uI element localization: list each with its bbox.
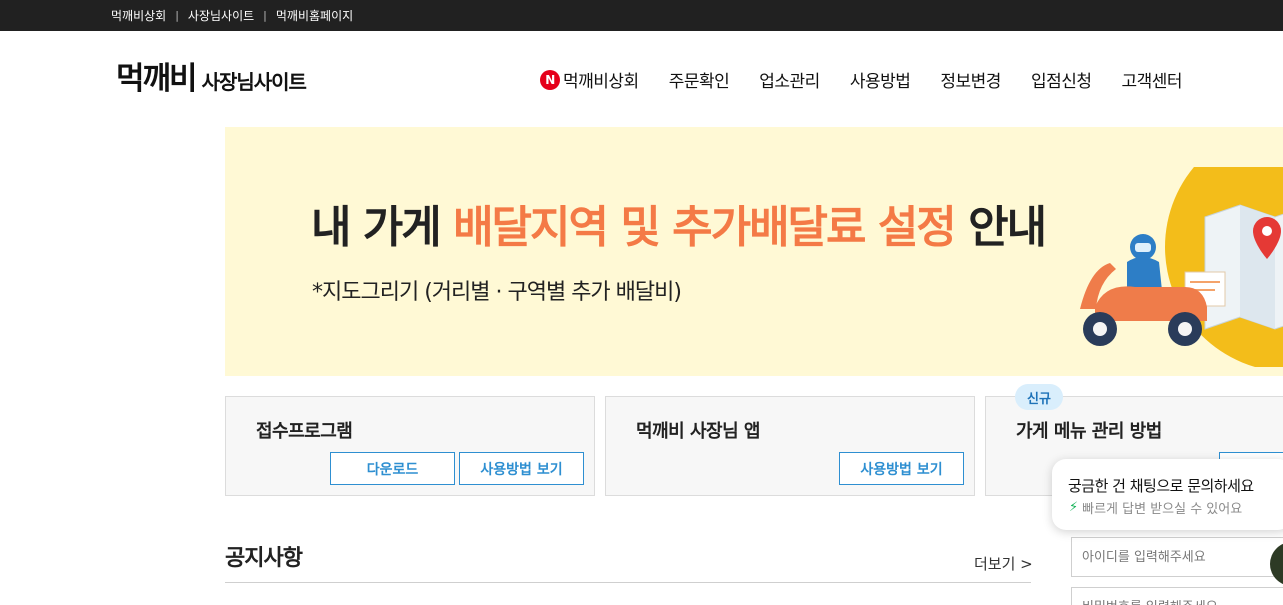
card-title: 접수프로그램: [256, 421, 353, 442]
nav-item-orders[interactable]: 주문확인: [669, 67, 730, 92]
logo-wordmark: 먹깨비: [116, 61, 198, 97]
banner-title-prefix: 내 가게: [311, 202, 454, 253]
top-utility-bar: 먹깨비상회 | 사장님사이트 | 먹깨비홈페이지: [0, 0, 1283, 31]
how-to-use-button[interactable]: 사용방법 보기: [459, 452, 584, 485]
card-owner-app: 먹깨비 사장님 앱 사용방법 보기: [605, 396, 975, 496]
more-link[interactable]: 더보기 >: [974, 553, 1033, 574]
banner-title-suffix: 안내: [954, 202, 1047, 253]
card-title: 가게 메뉴 관리 방법: [1016, 421, 1162, 442]
banner-title: 내 가게 배달지역 및 추가배달료 설정 안내: [311, 191, 1047, 255]
chat-prompt-bubble[interactable]: 궁금한 건 채팅으로 문의하세요 ⚡ 빠르게 답변 받으실 수 있어요: [1052, 459, 1283, 530]
nav-item-label: 먹깨비상회: [563, 72, 639, 92]
nav-item-how-to-use[interactable]: 사용방법: [850, 67, 911, 92]
main-nav: N 먹깨비상회 주문확인 업소관리 사용방법 정보변경 입점신청 고객센터: [540, 67, 1183, 92]
site-logo[interactable]: 먹깨비 사장님사이트: [116, 61, 307, 97]
utility-link-store[interactable]: 먹깨비상회: [111, 7, 166, 24]
notice-title: 공지사항: [225, 546, 303, 571]
divider: |: [175, 9, 179, 22]
chat-answer: ⚡ 빠르게 답변 받으실 수 있어요: [1069, 498, 1242, 517]
utility-link-owner-site[interactable]: 사장님사이트: [188, 7, 254, 24]
nav-item-shop-manage[interactable]: 업소관리: [759, 67, 820, 92]
chat-answer-text: 빠르게 답변 받으실 수 있어요: [1082, 502, 1243, 517]
id-input[interactable]: [1071, 537, 1283, 577]
banner-title-accent: 배달지역 및 추가배달료 설정: [453, 202, 957, 253]
utility-links: 먹깨비상회 | 사장님사이트 | 먹깨비홈페이지: [111, 7, 353, 24]
password-input[interactable]: [1071, 587, 1283, 605]
new-badge: 신규: [1015, 384, 1063, 410]
banner-subtitle: *지도그리기 (거리별 · 구역별 추가 배달비): [312, 280, 682, 305]
card-title: 먹깨비 사장님 앱: [636, 421, 760, 442]
hero-banner[interactable]: 내 가게 배달지역 및 추가배달료 설정 안내 *지도그리기 (거리별 · 구역…: [225, 127, 1283, 376]
divider: |: [263, 9, 267, 22]
map-icon: [1204, 204, 1283, 330]
utility-link-homepage[interactable]: 먹깨비홈페이지: [276, 7, 353, 24]
logo-subtitle: 사장님사이트: [201, 70, 307, 94]
nav-item-apply[interactable]: 입점신청: [1031, 67, 1092, 92]
divider: [225, 582, 1031, 583]
delivery-scooter-illustration: [1080, 167, 1283, 367]
nav-item-edit-info[interactable]: 정보변경: [940, 67, 1001, 92]
how-to-use-button[interactable]: 사용방법 보기: [839, 452, 964, 485]
download-button[interactable]: 다운로드: [330, 452, 455, 485]
nav-item-store[interactable]: N 먹깨비상회: [540, 67, 639, 92]
new-badge-icon: N: [540, 69, 560, 90]
card-reception-program: 접수프로그램 다운로드 사용방법 보기: [225, 396, 595, 496]
bolt-icon: ⚡: [1069, 500, 1079, 515]
nav-item-customer-center[interactable]: 고객센터: [1122, 67, 1183, 92]
chat-question: 궁금한 건 채팅으로 문의하세요: [1068, 477, 1254, 495]
